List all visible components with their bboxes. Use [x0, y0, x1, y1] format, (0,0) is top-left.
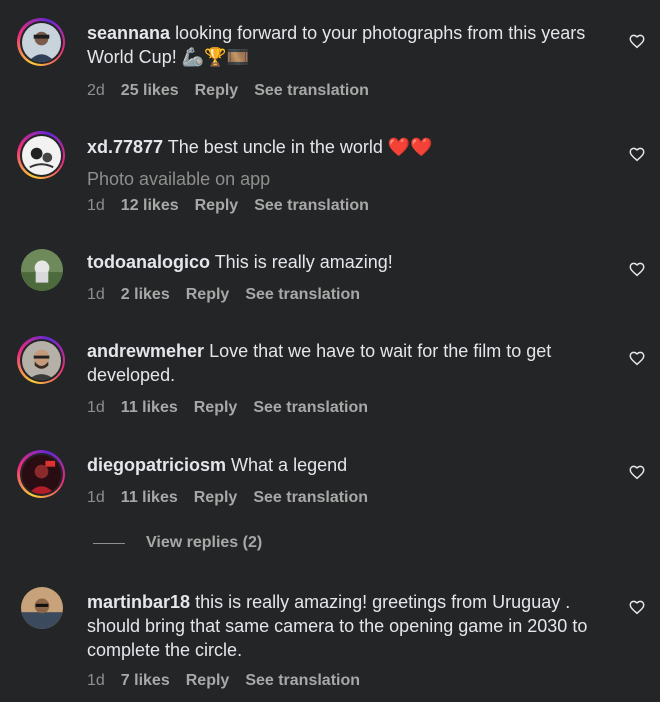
avatar[interactable] [17, 18, 65, 66]
reply-button[interactable]: Reply [186, 672, 230, 690]
comment-meta: 1d 11 likes Reply See translation [87, 489, 384, 507]
comment-body: The best uncle in the world ❤️❤️ [167, 137, 433, 157]
comment-time: 2d [87, 82, 105, 99]
comment-text: xd.77877 The best uncle in the world ❤️❤… [87, 135, 612, 159]
avatar-image [21, 340, 61, 380]
comment-likes[interactable]: 2 likes [121, 286, 170, 304]
comment-text: martinbar18 this is really amazing! gree… [87, 590, 612, 662]
reply-button[interactable]: Reply [194, 399, 238, 417]
see-translation-button[interactable]: See translation [253, 489, 368, 507]
comment-text: diegopatriciosm What a legend [87, 453, 612, 477]
comment-body: What a legend [231, 455, 348, 475]
photo-available-note: Photo available on app [87, 169, 271, 189]
see-translation-button[interactable]: See translation [254, 197, 369, 215]
avatar[interactable] [17, 450, 65, 498]
comment-body: This is really amazing! [214, 252, 393, 272]
comment-username[interactable]: martinbar18 [87, 592, 190, 612]
comment-meta: 1d 12 likes Reply See translation [87, 197, 385, 215]
comment-username[interactable]: andrewmeher [87, 341, 204, 361]
comment-likes[interactable]: 25 likes [121, 82, 179, 100]
avatar-image [21, 249, 63, 291]
reply-button[interactable]: Reply [194, 489, 238, 507]
see-translation-button[interactable]: See translation [254, 82, 369, 100]
comment-time: 1d [87, 197, 105, 214]
avatar-image [21, 454, 61, 494]
comment-username[interactable]: diegopatriciosm [87, 455, 226, 475]
comment-meta: 1d 7 likes Reply See translation [87, 672, 376, 690]
heart-outline-icon[interactable] [628, 260, 646, 278]
comment-time: 1d [87, 489, 105, 506]
comment-text: seannana looking forward to your photogr… [87, 21, 612, 69]
see-translation-button[interactable]: See translation [253, 399, 368, 417]
heart-outline-icon[interactable] [628, 32, 646, 50]
avatar[interactable] [17, 336, 65, 384]
avatar-image [21, 22, 61, 62]
reply-button[interactable]: Reply [195, 197, 239, 215]
view-replies-button[interactable]: View replies (2) [93, 534, 262, 552]
comment-text: todoanalogico This is really amazing! [87, 250, 612, 274]
comment-meta: 1d 11 likes Reply See translation [87, 399, 384, 417]
avatar[interactable] [21, 249, 63, 291]
heart-outline-icon[interactable] [628, 145, 646, 163]
see-translation-button[interactable]: See translation [245, 286, 360, 304]
comment-meta: 1d 2 likes Reply See translation [87, 286, 376, 304]
comment-text: andrewmeher Love that we have to wait fo… [87, 339, 612, 387]
replies-divider [93, 542, 125, 544]
heart-outline-icon[interactable] [628, 463, 646, 481]
comment-time: 1d [87, 672, 105, 689]
comment-time: 1d [87, 399, 105, 416]
comment-likes[interactable]: 11 likes [121, 399, 178, 417]
heart-outline-icon[interactable] [628, 598, 646, 616]
avatar[interactable] [21, 587, 63, 629]
comment-likes[interactable]: 12 likes [121, 197, 179, 215]
reply-button[interactable]: Reply [195, 82, 239, 100]
heart-outline-icon[interactable] [628, 349, 646, 367]
comment-meta: 2d 25 likes Reply See translation [87, 82, 385, 100]
reply-button[interactable]: Reply [186, 286, 230, 304]
avatar-image [21, 135, 61, 175]
comment-likes[interactable]: 7 likes [121, 672, 170, 690]
view-replies-label: View replies (2) [146, 534, 263, 551]
comment-likes[interactable]: 11 likes [121, 489, 178, 507]
see-translation-button[interactable]: See translation [245, 672, 360, 690]
avatar[interactable] [17, 131, 65, 179]
comment-time: 1d [87, 286, 105, 303]
comment-username[interactable]: xd.77877 [87, 137, 163, 157]
comment-username[interactable]: seannana [87, 23, 170, 43]
comment-username[interactable]: todoanalogico [87, 252, 210, 272]
avatar-image [21, 587, 63, 629]
